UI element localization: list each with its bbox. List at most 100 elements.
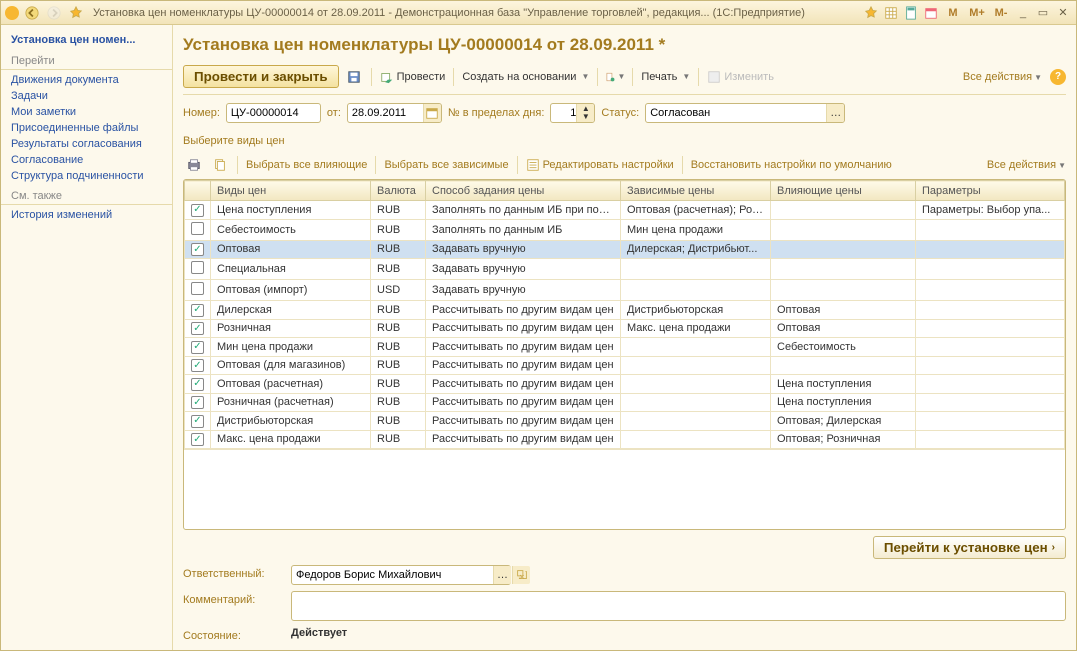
table-row[interactable]: Макс. цена продажиRUBРассчитывать по дру…	[185, 430, 1065, 449]
comment-field[interactable]	[291, 591, 1066, 621]
row-checkbox[interactable]	[191, 304, 204, 317]
minimize-icon[interactable]: _	[1014, 5, 1032, 21]
responsible-select-icon[interactable]: …	[493, 566, 511, 584]
post-button[interactable]: Провести	[378, 68, 448, 86]
cell	[916, 280, 1065, 301]
cell: Рассчитывать по другим видам цен	[426, 393, 621, 412]
fav-icon[interactable]	[862, 5, 880, 21]
row-checkbox[interactable]	[191, 341, 204, 354]
table-row[interactable]: СпециальнаяRUBЗадавать вручную	[185, 259, 1065, 280]
column-header[interactable]: Способ задания цены	[426, 181, 621, 201]
cell: Заполнять по данным ИБ	[426, 219, 621, 240]
create-on-base-button[interactable]: Создать на основании▼	[460, 69, 591, 85]
cell: Мин цена продажи	[211, 338, 371, 357]
responsible-field[interactable]	[291, 565, 511, 585]
m-plus-button[interactable]: M+	[966, 5, 988, 21]
cell: Рассчитывать по другим видам цен	[426, 430, 621, 449]
row-checkbox[interactable]	[191, 322, 204, 335]
section-hint: Выберите виды цен	[183, 131, 1066, 151]
column-header[interactable]	[185, 181, 211, 201]
sidebar-link[interactable]: Согласование	[1, 152, 172, 168]
star-icon[interactable]	[67, 5, 85, 21]
column-header[interactable]: Влияющие цены	[771, 181, 916, 201]
date-picker-icon[interactable]	[423, 104, 441, 122]
edit-settings-link[interactable]: Редактировать настройки	[524, 156, 676, 174]
m-button[interactable]: M	[942, 5, 964, 21]
table-row[interactable]: Розничная (расчетная)RUBРассчитывать по …	[185, 393, 1065, 412]
select-influencing-link[interactable]: Выбрать все влияющие	[244, 157, 369, 173]
m-minus-button[interactable]: M-	[990, 5, 1012, 21]
help-icon[interactable]: ?	[1050, 69, 1066, 85]
table-row[interactable]: СебестоимостьRUBЗаполнять по данным ИБМи…	[185, 219, 1065, 240]
cell: Оптовая (для магазинов)	[211, 356, 371, 375]
table-row[interactable]: Мин цена продажиRUBРассчитывать по други…	[185, 338, 1065, 357]
all-actions-main[interactable]: Все действия▼	[963, 71, 1042, 83]
cell: Оптовая	[771, 319, 916, 338]
sidebar-link[interactable]: Результаты согласования	[1, 136, 172, 152]
close-icon[interactable]: ✕	[1054, 5, 1072, 21]
table-row[interactable]: Оптовая (для магазинов)RUBРассчитывать п…	[185, 356, 1065, 375]
sidebar-link[interactable]: Присоединенные файлы	[1, 120, 172, 136]
calc-icon[interactable]	[902, 5, 920, 21]
sidebar-link[interactable]: Движения документа	[1, 72, 172, 88]
print-button[interactable]: Печать▼	[639, 69, 692, 85]
number-field[interactable]	[226, 103, 321, 123]
grid-icon[interactable]	[882, 5, 900, 21]
responsible-label: Ответственный:	[183, 565, 283, 580]
sidebar-link[interactable]: Задачи	[1, 88, 172, 104]
row-checkbox[interactable]	[191, 359, 204, 372]
sidebar-active-item[interactable]: Установка цен номен...	[1, 31, 172, 49]
select-dependent-link[interactable]: Выбрать все зависимые	[382, 157, 510, 173]
table-row[interactable]: РозничнаяRUBРассчитывать по другим видам…	[185, 319, 1065, 338]
save-icon[interactable]	[343, 67, 365, 87]
responsible-open-icon[interactable]	[512, 566, 530, 584]
status-select-icon[interactable]: …	[826, 104, 844, 122]
column-header[interactable]: Валюта	[371, 181, 426, 201]
row-checkbox[interactable]	[191, 282, 204, 295]
column-header[interactable]: Зависимые цены	[621, 181, 771, 201]
cell: Розничная	[211, 319, 371, 338]
cell	[621, 280, 771, 301]
num-stepper-icon[interactable]: ▲▼	[576, 104, 594, 122]
restore-defaults-link[interactable]: Восстановить настройки по умолчанию	[689, 157, 894, 173]
row-checkbox[interactable]	[191, 415, 204, 428]
column-header[interactable]: Виды цен	[211, 181, 371, 201]
row-checkbox[interactable]	[191, 243, 204, 256]
forward-icon[interactable]	[45, 5, 63, 21]
copy-icon[interactable]	[209, 155, 231, 175]
table-row[interactable]: ОптоваяRUBЗадавать вручнуюДилерская; Дис…	[185, 240, 1065, 259]
column-header[interactable]: Параметры	[916, 181, 1065, 201]
status-field[interactable]	[645, 103, 845, 123]
back-icon[interactable]	[23, 5, 41, 21]
cell: Рассчитывать по другим видам цен	[426, 412, 621, 431]
table-row[interactable]: ДистрибьюторскаяRUBРассчитывать по други…	[185, 412, 1065, 431]
table-row[interactable]: Оптовая (расчетная)RUBРассчитывать по др…	[185, 375, 1065, 394]
calendar-icon[interactable]	[922, 5, 940, 21]
sidebar-link[interactable]: История изменений	[1, 207, 172, 223]
row-checkbox[interactable]	[191, 433, 204, 446]
sidebar-link[interactable]: Мои заметки	[1, 104, 172, 120]
row-checkbox[interactable]	[191, 378, 204, 391]
row-checkbox[interactable]	[191, 222, 204, 235]
cell: Цена поступления	[771, 375, 916, 394]
cell	[621, 412, 771, 431]
cell: Мин цена продажи	[621, 219, 771, 240]
row-checkbox[interactable]	[191, 261, 204, 274]
maximize-icon[interactable]: ▭	[1034, 5, 1052, 21]
all-actions-sub[interactable]: Все действия▼	[987, 159, 1066, 171]
cell: Рассчитывать по другим видам цен	[426, 319, 621, 338]
cell: Оптовая; Дилерская	[771, 412, 916, 431]
table-row[interactable]: Цена поступленияRUBЗаполнять по данным И…	[185, 201, 1065, 220]
cell	[621, 356, 771, 375]
cell: RUB	[371, 393, 426, 412]
print-small-icon[interactable]	[183, 155, 205, 175]
sidebar-link[interactable]: Структура подчиненности	[1, 168, 172, 184]
table-row[interactable]: ДилерскаяRUBРассчитывать по другим видам…	[185, 301, 1065, 320]
go-to-pricing-button[interactable]: Перейти к установке цен›	[873, 536, 1066, 559]
row-checkbox[interactable]	[191, 204, 204, 217]
row-checkbox[interactable]	[191, 396, 204, 409]
cell: RUB	[371, 319, 426, 338]
table-row[interactable]: Оптовая (импорт)USDЗадавать вручную	[185, 280, 1065, 301]
report-icon[interactable]: ▼	[604, 67, 626, 87]
post-and-close-button[interactable]: Провести и закрыть	[183, 65, 339, 88]
